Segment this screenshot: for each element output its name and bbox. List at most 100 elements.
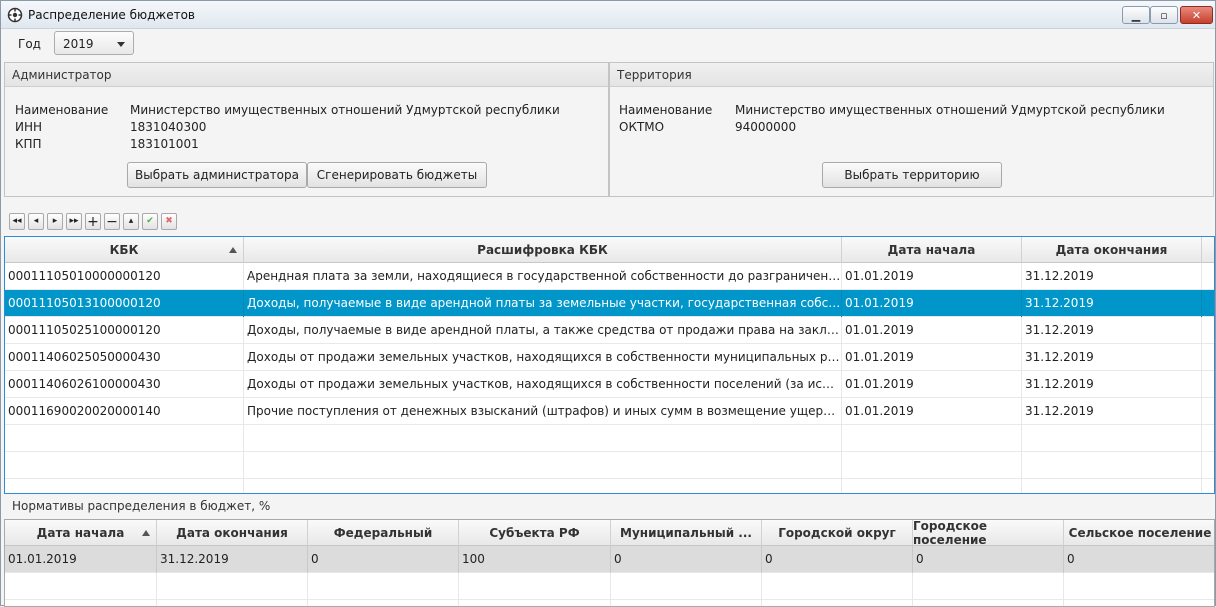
first-record-button[interactable]: ◂◂	[9, 213, 25, 230]
post-record-button[interactable]: ✔	[142, 213, 158, 230]
col-kbk[interactable]: КБК	[5, 237, 244, 263]
select-territory-button[interactable]: Выбрать территорию	[822, 162, 1002, 188]
admin-kpp-label: КПП	[15, 137, 42, 151]
admin-inn-value: 1831040300	[130, 120, 207, 134]
norms-col-urban-settlement[interactable]: Городское поселение	[913, 520, 1064, 547]
norms-table[interactable]: Дата начала Дата окончания Федеральный С…	[4, 519, 1215, 607]
edit-record-button[interactable]: ▴	[123, 213, 139, 230]
table-cell: Доходы, получаемые в виде арендной платы…	[244, 290, 842, 317]
main-window: Распределение бюджетов ▁ ▫ ✕ Год 2019 Ад…	[0, 0, 1216, 607]
empty-table-row	[5, 452, 1214, 479]
table-cell: Прочие поступления от денежных взысканий…	[244, 398, 842, 425]
up-icon: ▴	[128, 216, 134, 226]
title-bar: Распределение бюджетов ▁ ▫ ✕	[1, 1, 1215, 29]
admin-kpp-value: 183101001	[130, 137, 199, 151]
app-icon	[7, 7, 23, 23]
empty-table-row	[5, 573, 1214, 600]
minimize-button[interactable]: ▁	[1122, 6, 1150, 24]
table-cell	[762, 573, 913, 600]
table-cell: 00011105013100000120	[5, 290, 244, 317]
table-cell: 01.01.2019	[842, 263, 1022, 290]
table-cell	[842, 452, 1022, 479]
table-cell: 00011406026100000430	[5, 371, 244, 398]
table-cell: 00011406025050000430	[5, 344, 244, 371]
table-cell	[5, 479, 244, 493]
table-row[interactable]: 00011406025050000430 Доходы от продажи зе…	[5, 344, 1214, 371]
year-label: Год	[18, 37, 41, 51]
table-cell: Доходы от продажи земельных участков, на…	[244, 344, 842, 371]
delete-record-button[interactable]: −	[104, 213, 120, 230]
add-icon: +	[87, 213, 99, 230]
last-record-button[interactable]: ▸▸	[66, 213, 82, 230]
empty-table-row	[5, 479, 1214, 493]
add-record-button[interactable]: +	[85, 213, 101, 230]
close-button[interactable]: ✕	[1180, 6, 1213, 24]
next-icon: ▸	[52, 216, 58, 226]
norms-col-city-district[interactable]: Городской округ	[762, 520, 913, 546]
kbk-table[interactable]: КБК Расшифровка КБК Дата начала Дата око…	[4, 236, 1215, 494]
table-cell: 01.01.2019	[5, 546, 157, 573]
col-end-date[interactable]: Дата окончания	[1022, 237, 1202, 263]
table-cell	[1022, 425, 1202, 452]
table-cell: 01.01.2019	[842, 371, 1022, 398]
norms-col-rural-settlement[interactable]: Сельское поселение	[1064, 520, 1214, 546]
table-row[interactable]: 00011406026100000430 Доходы от продажи зе…	[5, 371, 1214, 398]
generate-budgets-button[interactable]: Сгенерировать бюджеты	[307, 162, 487, 188]
window-title: Распределение бюджетов	[28, 8, 196, 22]
year-select[interactable]: 2019	[54, 31, 134, 55]
table-row[interactable]: 00011105013100000120 Доходы, получаемые в…	[5, 290, 1214, 317]
maximize-button[interactable]: ▫	[1150, 6, 1178, 24]
admin-name-label: Наименование	[15, 103, 109, 117]
table-cell: 01.01.2019	[842, 290, 1022, 317]
kbk-table-header: КБК Расшифровка КБК Дата начала Дата око…	[5, 237, 1214, 263]
sort-asc-icon	[142, 530, 150, 536]
col-start-date[interactable]: Дата начала	[842, 237, 1022, 263]
table-cell: 31.12.2019	[1022, 398, 1202, 425]
norms-table-header: Дата начала Дата окончания Федеральный С…	[5, 520, 1214, 547]
norms-col-federal[interactable]: Федеральный	[308, 520, 459, 546]
table-cell	[842, 479, 1022, 493]
navigator-toolbar: ◂◂ ◂ ▸ ▸▸ + − ▴ ✔ ✖	[9, 213, 177, 231]
last-icon: ▸▸	[69, 216, 79, 226]
table-cell	[913, 573, 1064, 600]
table-cell	[842, 425, 1022, 452]
table-cell: 0	[611, 546, 762, 573]
territory-panel: Территория Наименование Министерство иму…	[609, 62, 1214, 197]
table-cell: 0	[1064, 546, 1214, 573]
table-row[interactable]: 00011105010000000120 Арендная плата за зе…	[5, 263, 1214, 290]
maximize-icon: ▫	[1160, 8, 1168, 22]
prev-record-button[interactable]: ◂	[28, 213, 44, 230]
sort-asc-icon	[229, 247, 237, 253]
table-cell: 01.01.2019	[842, 398, 1022, 425]
norms-col-start[interactable]: Дата начала	[5, 520, 157, 546]
table-cell: 31.12.2019	[157, 546, 308, 573]
table-cell: 31.12.2019	[1022, 344, 1202, 371]
table-cell: 0	[762, 546, 913, 573]
table-cell: 31.12.2019	[1022, 263, 1202, 290]
table-cell	[1022, 452, 1202, 479]
empty-table-row	[5, 425, 1214, 452]
table-cell	[5, 452, 244, 479]
territory-name-label: Наименование	[619, 103, 713, 117]
admin-panel: Администратор Наименование Министерство …	[4, 62, 609, 197]
select-admin-button[interactable]: Выбрать администратора	[127, 162, 307, 188]
norms-col-subject[interactable]: Субъекта РФ	[459, 520, 611, 546]
cancel-record-button[interactable]: ✖	[161, 213, 177, 230]
table-row[interactable]: 00011690020020000140 Прочие поступления о…	[5, 398, 1214, 425]
table-cell: 31.12.2019	[1022, 371, 1202, 398]
minimize-icon: ▁	[1131, 8, 1141, 22]
territory-oktmo-value: 94000000	[735, 120, 797, 134]
norms-col-end[interactable]: Дата окончания	[157, 520, 308, 546]
table-cell	[308, 573, 459, 600]
table-cell: 31.12.2019	[1022, 290, 1202, 317]
table-cell: 0	[308, 546, 459, 573]
table-row[interactable]: 00011105025100000120 Доходы, получаемые в…	[5, 317, 1214, 344]
close-icon: ✕	[1191, 8, 1202, 22]
table-cell	[244, 479, 842, 493]
col-kbk-desc[interactable]: Расшифровка КБК	[244, 237, 842, 263]
table-row[interactable]: 01.01.2019 31.12.2019 0 100 0 0 0 0	[5, 546, 1214, 573]
norms-col-municipal[interactable]: Муниципальный ...	[611, 520, 762, 546]
next-record-button[interactable]: ▸	[47, 213, 63, 230]
table-cell	[244, 425, 842, 452]
table-cell	[5, 573, 157, 600]
